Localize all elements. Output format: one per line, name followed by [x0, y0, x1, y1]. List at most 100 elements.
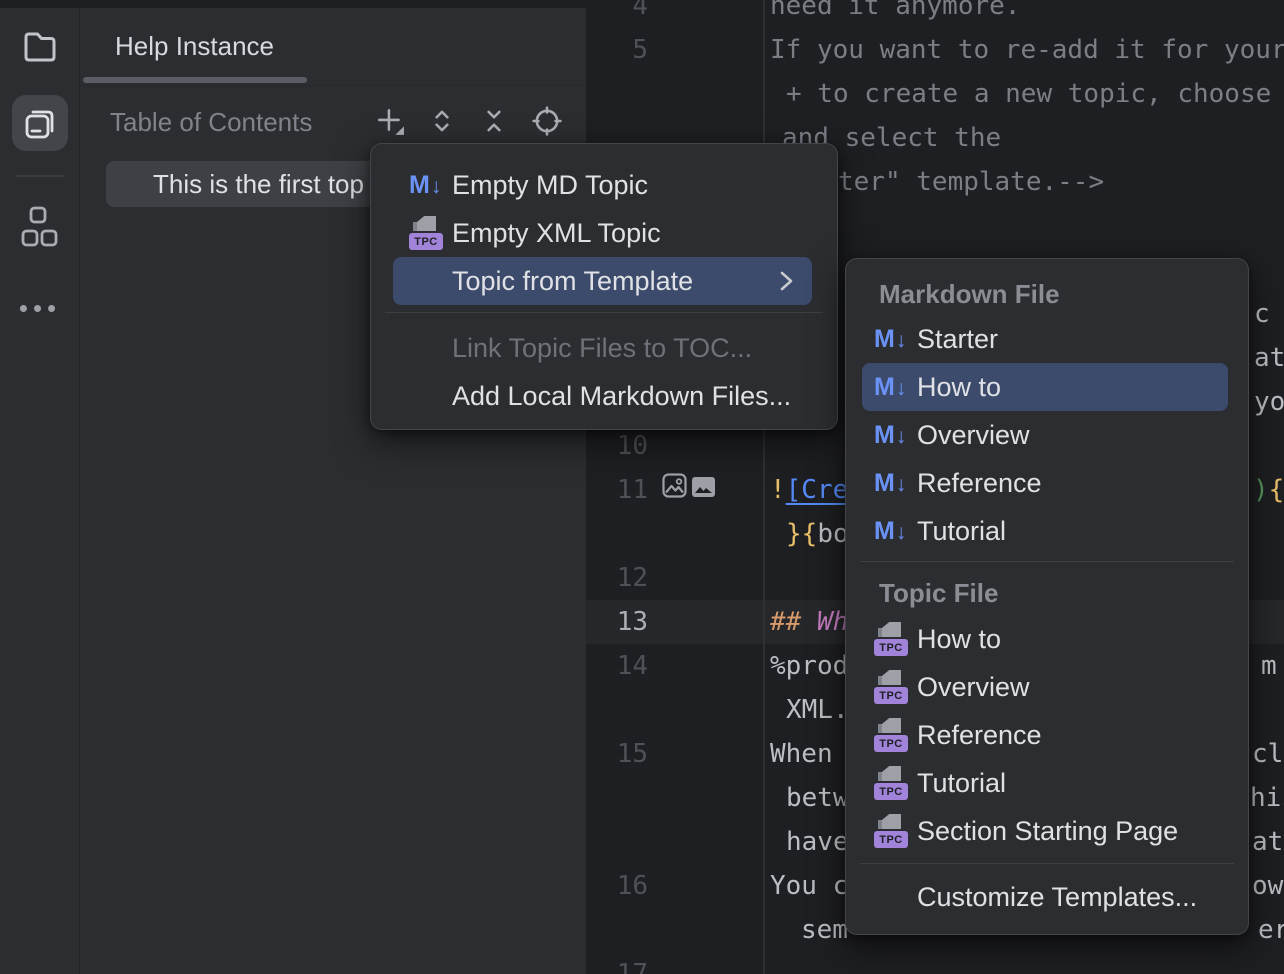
- code-segment: {: [1269, 475, 1284, 505]
- menu-item-how-to[interactable]: TPC How to: [862, 615, 1228, 663]
- menu-item-empty-xml-topic[interactable]: TPC Empty XML Topic: [393, 209, 812, 257]
- code-segment: !: [770, 475, 786, 505]
- menu-item-icon-holder: M↓: [874, 373, 914, 402]
- code-run: er: [1258, 908, 1284, 952]
- code-segment: his: [1250, 783, 1284, 813]
- menu-item-label: Starter: [917, 324, 998, 355]
- menu-item-label: Topic from Template: [452, 266, 693, 297]
- structure-icon[interactable]: [12, 200, 68, 256]
- code-run: ![Cre: [770, 468, 848, 512]
- code-segment: need it anymore.: [770, 0, 1020, 21]
- code-run: at: [1252, 820, 1283, 864]
- menu-item-add-local-markdown-files[interactable]: Add Local Markdown Files...: [393, 372, 812, 420]
- code-segment: ter" template.-->: [838, 167, 1104, 197]
- code-run: If you want to re-add it for your: [770, 28, 1284, 72]
- code-run: + to create a new topic, choose: [786, 72, 1271, 116]
- menu-item-icon-holder: TPC: [874, 622, 914, 656]
- topic-from-template-submenu: Markdown FileM↓StarterM↓How toM↓Overview…: [845, 258, 1249, 935]
- code-segment: betw: [786, 783, 849, 813]
- menu-item-tutorial[interactable]: TPCTutorial: [862, 759, 1228, 807]
- more-icon[interactable]: •••: [12, 280, 68, 336]
- toc-item-selected[interactable]: This is the first top: [106, 161, 398, 207]
- menu-item-how-to[interactable]: M↓How to: [862, 363, 1228, 411]
- code-run: }{bo: [786, 512, 849, 556]
- menu-item-starter[interactable]: M↓ Starter: [862, 315, 1228, 363]
- crosshair-icon: [532, 106, 562, 136]
- active-tab-indicator: [83, 77, 307, 83]
- line-number: 16: [586, 864, 648, 908]
- menu-item-overview[interactable]: TPC Overview: [862, 663, 1228, 711]
- code-run: ter" template.-->: [838, 160, 1104, 204]
- code-run: yo: [1254, 380, 1284, 424]
- code-segment: bo: [817, 519, 848, 549]
- code-segment: at: [1254, 343, 1284, 373]
- code-run: need it anymore.: [770, 0, 1020, 28]
- add-topic-button[interactable]: [372, 103, 408, 139]
- menu-item-label: Overview: [917, 672, 1030, 703]
- code-segment: at: [1252, 827, 1283, 857]
- menu-item-icon-holder: M↓: [874, 325, 914, 354]
- activity-bar: •••: [0, 0, 80, 974]
- menu-separator: [860, 863, 1234, 864]
- markdown-file-icon: M↓: [409, 171, 441, 200]
- menu-item-icon-holder: M↓: [874, 517, 914, 546]
- folder-icon: [20, 25, 60, 65]
- menu-item-tutorial[interactable]: M↓Tutorial: [862, 507, 1228, 555]
- code-run: ow: [1252, 864, 1283, 908]
- line-number: 15: [586, 732, 648, 776]
- writerside-instances-icon[interactable]: [12, 95, 68, 151]
- expand-all-icon: [427, 106, 457, 136]
- line-number: 17: [586, 952, 648, 974]
- collapse-all-button[interactable]: [476, 103, 512, 139]
- more-dots: •••: [19, 295, 61, 321]
- menu-item-section-starting-page[interactable]: TPCSection Starting Page: [862, 807, 1228, 855]
- locate-button[interactable]: [529, 103, 565, 139]
- code-segment: }{: [786, 519, 817, 549]
- markdown-file-icon: M↓: [874, 325, 906, 354]
- topic-file-icon: TPC: [874, 622, 908, 656]
- menu-item-icon-holder: M↓: [874, 421, 914, 450]
- project-icon[interactable]: [12, 17, 68, 73]
- menu-item-customize-templates[interactable]: Customize Templates...: [862, 873, 1228, 921]
- menu-item-label: Link Topic Files to TOC...: [452, 333, 752, 364]
- new-topic-menu: M↓Empty MD Topic TPC Empty XML Topic Topic …: [370, 143, 838, 430]
- code-segment: have: [786, 827, 849, 857]
- menu-item-label: Reference: [917, 468, 1042, 499]
- menu-item-link-topic-files-to-toc[interactable]: Link Topic Files to TOC...: [393, 324, 812, 372]
- expand-all-button[interactable]: [424, 103, 460, 139]
- code-run: You c: [770, 864, 848, 908]
- image-thumbnail-icon[interactable]: [692, 477, 715, 497]
- ide-window: ••• Help Instance Table of Contents: [0, 0, 1284, 974]
- line-number: 5: [586, 28, 648, 72]
- code-segment: sem: [801, 915, 848, 945]
- menu-item-topic-from-template[interactable]: Topic from Template: [393, 257, 812, 305]
- menu-item-icon-holder: TPC: [874, 670, 914, 704]
- menu-item-label: How to: [917, 624, 1001, 655]
- menu-item-empty-md-topic[interactable]: M↓Empty MD Topic: [393, 161, 812, 209]
- code-segment: yo: [1254, 387, 1284, 417]
- menu-item-label: Add Local Markdown Files...: [452, 381, 791, 412]
- menu-item-overview[interactable]: M↓Overview: [862, 411, 1228, 459]
- menu-item-label: Reference: [917, 720, 1042, 751]
- code-run: have: [786, 820, 849, 864]
- menu-item-label: Empty XML Topic: [452, 218, 661, 249]
- line-number: 10: [586, 424, 648, 468]
- menu-item-reference[interactable]: TPCReference: [862, 711, 1228, 759]
- topic-file-icon: TPC: [874, 670, 908, 704]
- code-run: When: [770, 732, 848, 776]
- menu-item-label: Tutorial: [917, 768, 1006, 799]
- code-segment: If you want to re-add it for your: [770, 35, 1284, 65]
- menu-item-reference[interactable]: M↓Reference: [862, 459, 1228, 507]
- topic-file-icon: TPC: [874, 814, 908, 848]
- tool-window-tab[interactable]: Help Instance: [115, 31, 274, 62]
- code-run: %prod: [770, 644, 848, 688]
- code-run: c: [1254, 292, 1270, 336]
- code-segment: ##: [770, 607, 817, 637]
- code-run: ){: [1253, 468, 1284, 512]
- menu-item-icon-holder: TPC: [874, 718, 914, 752]
- image-preview-icon[interactable]: [662, 473, 687, 498]
- topic-file-icon: TPC: [409, 216, 443, 250]
- toc-item-label: This is the first top: [106, 161, 398, 207]
- line-number: 4: [586, 0, 648, 28]
- menu-item-label: Tutorial: [917, 516, 1006, 547]
